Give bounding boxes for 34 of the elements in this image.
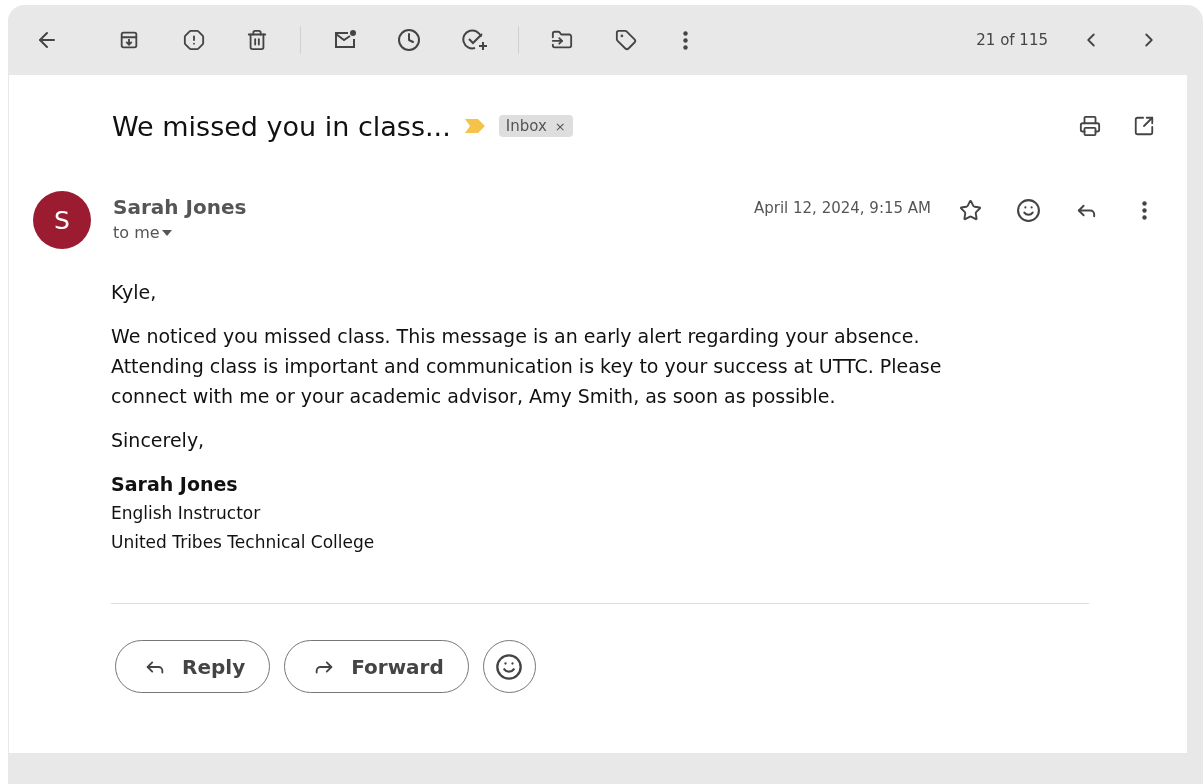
emoji-button[interactable]	[482, 640, 536, 693]
greeting: Kyle,	[111, 280, 158, 305]
sender-name: Sarah Jones	[113, 195, 248, 219]
forward-button[interactable]: Forward	[284, 640, 469, 693]
signature-line: United Tribes Technical College	[111, 531, 376, 554]
remove-label-button[interactable]: ×	[554, 118, 566, 134]
importance-marker-icon[interactable]	[464, 119, 485, 133]
folder-arrow-icon	[551, 29, 573, 51]
avatar: S	[33, 191, 91, 249]
archive-icon	[118, 29, 140, 51]
message-date: April 12, 2024, 9:15 AM	[753, 199, 931, 219]
more-icon	[1141, 200, 1147, 220]
printer-icon	[1079, 115, 1101, 137]
smiley-icon	[1015, 197, 1041, 223]
clock-icon	[397, 28, 421, 52]
subject: We missed you in class...	[112, 110, 451, 142]
octagon-alert-icon	[183, 29, 205, 51]
tag-icon	[615, 29, 637, 51]
signature-name: Sarah Jones	[111, 472, 239, 497]
mail-icon	[333, 29, 357, 51]
reply-button[interactable]: Reply	[115, 640, 271, 693]
label-text: Inbox	[505, 117, 547, 135]
closing: Sincerely,	[111, 428, 206, 453]
caret-icon	[161, 229, 172, 236]
message-body: We noticed you missed class. This message is an early alert regarding your absence. Attending class is important and communication is key to your success at UTTC. Please connect with me or your academic advisor, Amy Smith, as soon as possible.	[111, 324, 943, 409]
label-chip[interactable]: Inbox ×	[498, 115, 573, 137]
message-counter: 21 of 115	[976, 31, 1048, 49]
open-external-icon	[1133, 115, 1155, 137]
more-icon	[682, 30, 688, 50]
signature-line: English Instructor	[111, 502, 262, 525]
check-plus-icon	[462, 28, 488, 52]
recipient-dropdown[interactable]: to me	[113, 223, 172, 242]
trash-icon	[246, 29, 268, 51]
smiley-icon	[495, 652, 524, 681]
